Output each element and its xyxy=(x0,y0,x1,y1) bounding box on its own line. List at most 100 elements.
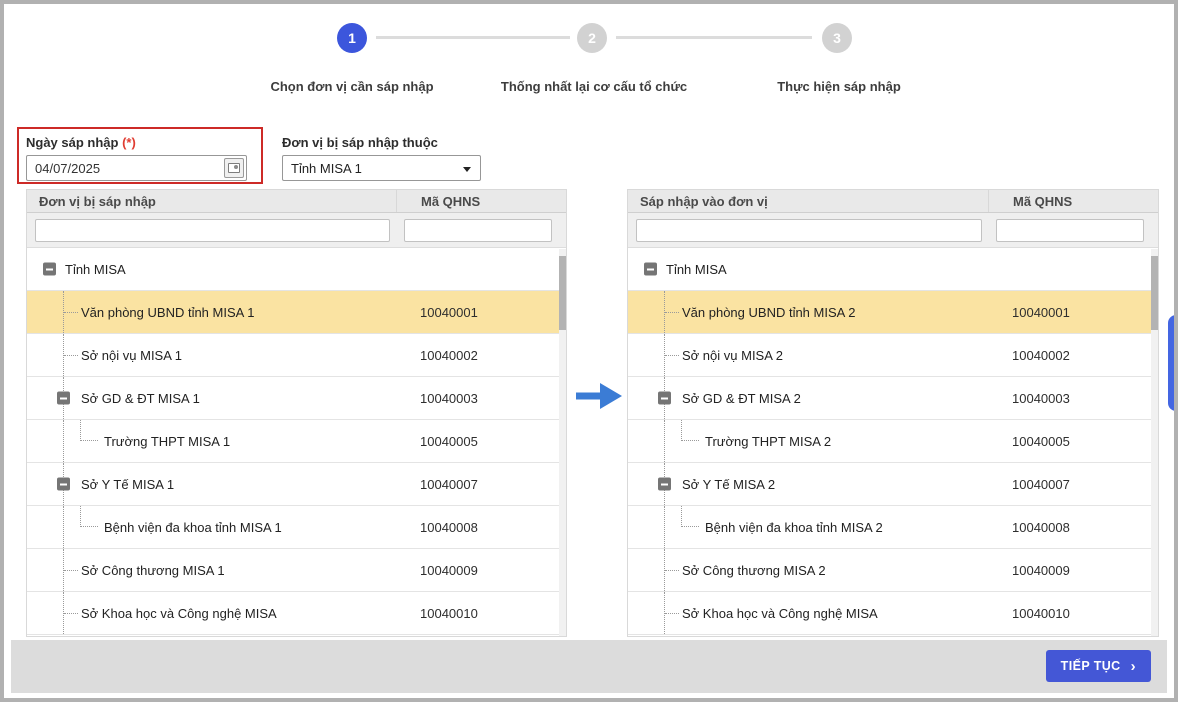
tree-row[interactable]: Bệnh viện đa khoa tỉnh MISA 1 10040008 xyxy=(27,506,566,549)
merge-wizard-window: 1 2 3 Chọn đơn vị cần sáp nhập Thống nhấ… xyxy=(0,0,1178,702)
chevron-left-icon: ‹ xyxy=(1175,355,1178,371)
tree-branch-icon xyxy=(665,613,679,614)
name-filter-input[interactable] xyxy=(35,219,390,242)
unit-code: 10040002 xyxy=(988,348,1158,363)
tree-row[interactable]: Văn phòng UBND tỉnh MISA 110040001 xyxy=(27,291,566,334)
tree-row[interactable]: Sở GD & ĐT MISA 110040003 xyxy=(27,377,566,420)
unit-name-cell: Sở GD & ĐT MISA 1 xyxy=(27,377,396,419)
chevron-right-icon: › xyxy=(1131,659,1136,674)
unit-name: Sở nội vụ MISA 2 xyxy=(682,348,783,363)
tree-row[interactable]: Văn phòng UBND tỉnh MISA 210040001 xyxy=(628,291,1158,334)
collapse-minus-icon[interactable] xyxy=(57,478,70,491)
scrollbar-thumb[interactable] xyxy=(1151,256,1158,330)
tree-line xyxy=(63,506,64,548)
merge-date-label-text: Ngày sáp nhập xyxy=(26,135,118,150)
unit-name-cell: Sở Y Tế MISA 2 xyxy=(628,463,988,505)
target-units-panel: Sáp nhập vào đơn vị Mã QHNS Tỉnh MISAVăn… xyxy=(627,189,1159,637)
unit-name: Sở Công thương MISA 2 xyxy=(682,563,826,578)
unit-name-cell: Sở Khoa học và Công nghệ MISA xyxy=(628,592,988,634)
unit-name-cell: Sở GD & ĐT MISA 2 xyxy=(628,377,988,419)
table-header: Sáp nhập vào đơn vị Mã QHNS xyxy=(628,190,1158,213)
calendar-icon xyxy=(228,163,240,173)
step-2-number: 2 xyxy=(588,30,596,46)
scrollbar-thumb[interactable] xyxy=(559,256,566,330)
tree-branch-icon xyxy=(665,570,679,571)
unit-code: 10040007 xyxy=(396,477,566,492)
unit-name-cell: Sở Y Tế MISA 1 xyxy=(27,463,396,505)
collapse-minus-icon[interactable] xyxy=(644,263,657,276)
filter-row xyxy=(27,213,566,248)
collapse-minus-icon[interactable] xyxy=(57,392,70,405)
parent-unit-value: Tỉnh MISA 1 xyxy=(291,161,362,176)
unit-code: 10040008 xyxy=(396,520,566,535)
unit-name-cell: Sở Khoa học và Công nghệ MISA xyxy=(27,592,396,634)
tree-row[interactable]: Sở Khoa học và Công nghệ MISA10040010 xyxy=(27,592,566,635)
tree-corner-icon xyxy=(80,420,98,441)
tree-row[interactable]: Sở nội vụ MISA 2 10040002 xyxy=(628,334,1158,377)
unit-code: 10040009 xyxy=(396,563,566,578)
filter-row xyxy=(628,213,1158,248)
tree-row[interactable]: Sở nội vụ MISA 110040002 xyxy=(27,334,566,377)
continue-button[interactable]: TIẾP TỤC › xyxy=(1046,650,1151,682)
unit-name: Sở nội vụ MISA 1 xyxy=(81,348,182,363)
unit-name-cell: Trường THPT MISA 1 xyxy=(27,420,396,462)
code-filter-input[interactable] xyxy=(996,219,1144,242)
tree-branch-icon xyxy=(64,570,78,571)
unit-name: Trường THPT MISA 1 xyxy=(104,434,230,449)
merge-date-input[interactable] xyxy=(26,155,247,181)
required-mark: (*) xyxy=(122,135,136,150)
unit-code: 10040001 xyxy=(988,305,1158,320)
tree-row[interactable]: Sở Công thương MISA 210040009 xyxy=(628,549,1158,592)
tree-row[interactable]: Sở GD & ĐT MISA 210040003 xyxy=(628,377,1158,420)
scrollbar[interactable] xyxy=(559,249,566,636)
tree-row[interactable]: Trường THPT MISA 1 10040005 xyxy=(27,420,566,463)
scrollbar[interactable] xyxy=(1151,249,1158,636)
unit-name: Sở GD & ĐT MISA 1 xyxy=(81,391,200,406)
tree-row[interactable]: Sở Y Tế MISA 210040007 xyxy=(628,463,1158,506)
tree-row[interactable]: Sở Y Tế MISA 1 10040007 xyxy=(27,463,566,506)
name-column-header: Sáp nhập vào đơn vị xyxy=(628,194,988,209)
unit-code: 10040005 xyxy=(396,434,566,449)
unit-name: Sở Y Tế MISA 1 xyxy=(81,477,174,492)
code-column-header: Mã QHNS xyxy=(988,190,1158,212)
tree-branch-icon xyxy=(64,355,78,356)
unit-name: Sở Công thương MISA 1 xyxy=(81,563,225,578)
unit-name-cell: Sở Công thương MISA 1 xyxy=(27,549,396,591)
tree-row[interactable]: Tỉnh MISA xyxy=(27,248,566,291)
unit-name-cell: Bệnh viện đa khoa tỉnh MISA 1 xyxy=(27,506,396,548)
code-filter-input[interactable] xyxy=(404,219,552,242)
unit-name-cell: Sở Công thương MISA 2 xyxy=(628,549,988,591)
unit-name-cell: Sở nội vụ MISA 1 xyxy=(27,334,396,376)
merge-date-field xyxy=(26,155,247,181)
unit-name: Sở Khoa học và Công nghệ MISA xyxy=(682,606,878,621)
collapse-minus-icon[interactable] xyxy=(658,478,671,491)
collapse-panel-tab[interactable]: ‹ xyxy=(1168,315,1178,411)
tree-row[interactable]: Sở Công thương MISA 1 10040009 xyxy=(27,549,566,592)
step-connector-line xyxy=(616,36,812,39)
tree-row[interactable]: Bệnh viện đa khoa tỉnh MISA 210040008 xyxy=(628,506,1158,549)
parent-unit-label: Đơn vị bị sáp nhập thuộc xyxy=(282,135,438,150)
tree-row[interactable]: Trường THPT MISA 210040005 xyxy=(628,420,1158,463)
step-2-circle: 2 xyxy=(577,23,607,53)
step-3-label: Thực hiện sáp nhập xyxy=(777,79,901,94)
unit-code: 10040010 xyxy=(988,606,1158,621)
tree-row[interactable]: Sở Khoa học và Công nghệ MISA 10040010 xyxy=(628,592,1158,635)
step-1-circle: 1 xyxy=(337,23,367,53)
unit-name: Bệnh viện đa khoa tỉnh MISA 1 xyxy=(104,520,282,535)
table-header: Đơn vị bị sáp nhập Mã QHNS xyxy=(27,190,566,213)
source-units-panel: Đơn vị bị sáp nhập Mã QHNS Tỉnh MISAVăn … xyxy=(26,189,567,637)
unit-name: Bệnh viện đa khoa tỉnh MISA 2 xyxy=(705,520,883,535)
name-filter-input[interactable] xyxy=(636,219,982,242)
name-column-header: Đơn vị bị sáp nhập xyxy=(27,194,396,209)
parent-unit-select[interactable]: Tỉnh MISA 1 xyxy=(282,155,481,181)
chevron-down-icon xyxy=(463,167,471,172)
tree-row[interactable]: Tỉnh MISA xyxy=(628,248,1158,291)
tree-line xyxy=(664,506,665,548)
step-3-circle: 3 xyxy=(822,23,852,53)
calendar-button[interactable] xyxy=(224,158,244,178)
continue-button-label: TIẾP TỤC xyxy=(1061,659,1121,673)
collapse-minus-icon[interactable] xyxy=(43,263,56,276)
collapse-minus-icon[interactable] xyxy=(658,392,671,405)
unit-name: Trường THPT MISA 2 xyxy=(705,434,831,449)
footer-bar: TIẾP TỤC › xyxy=(11,640,1167,693)
